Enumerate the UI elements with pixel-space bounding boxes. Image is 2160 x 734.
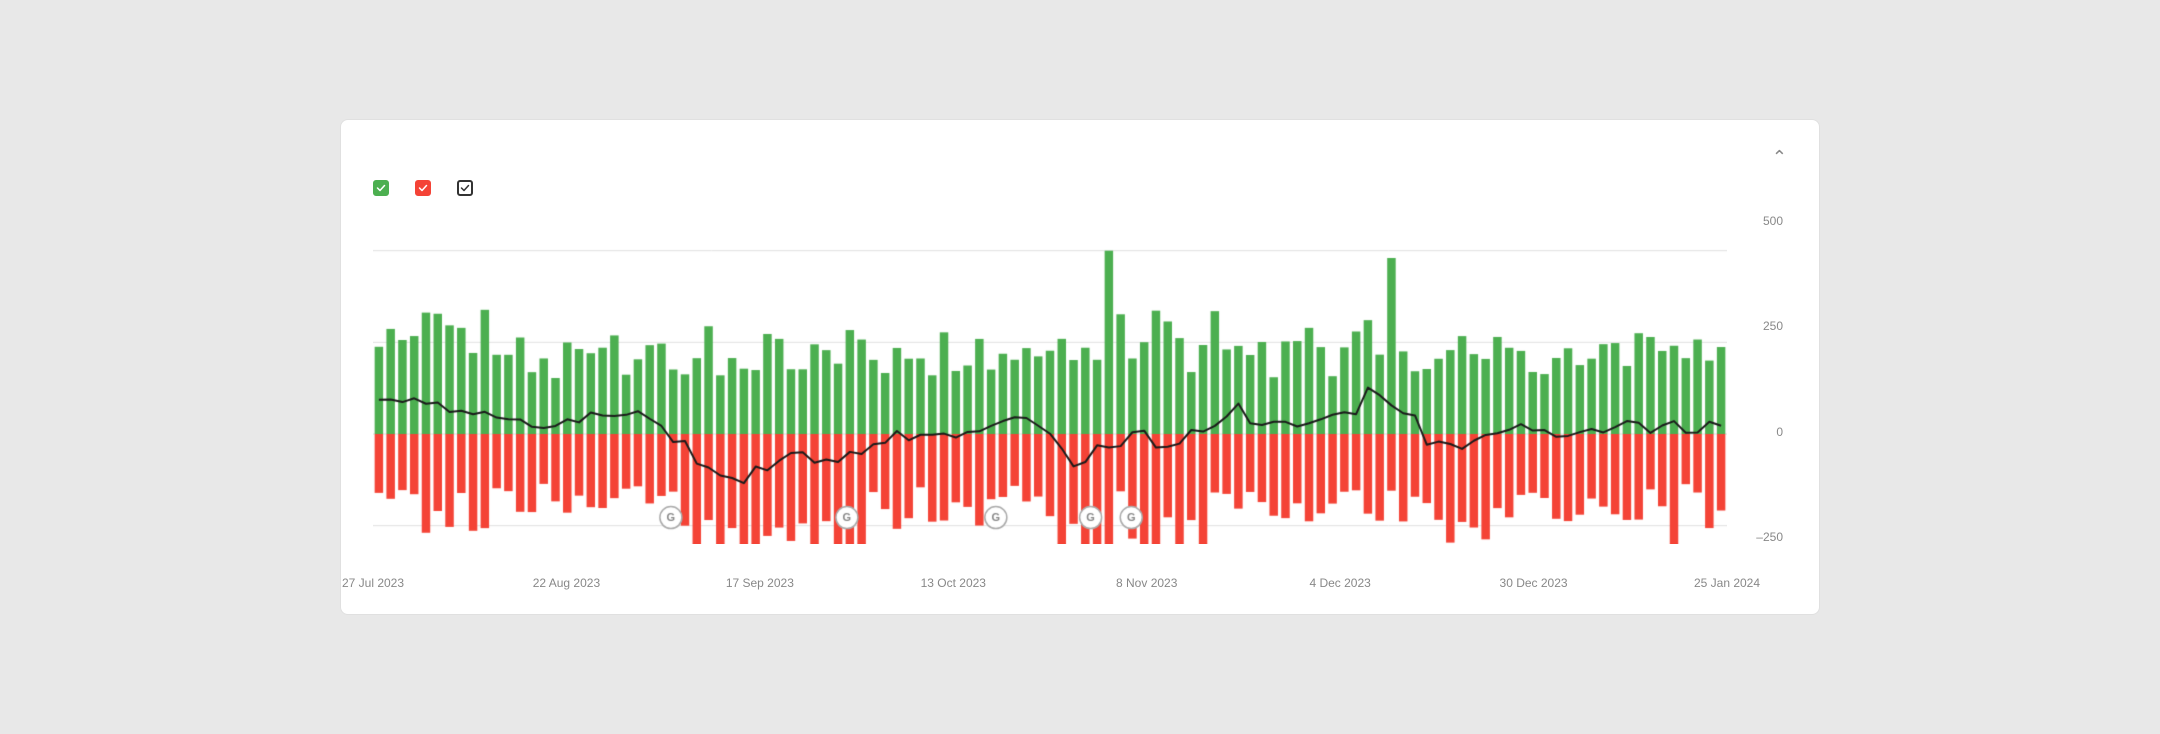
legend-checkbox-change — [457, 180, 473, 196]
y-label-250: 250 — [1763, 319, 1783, 333]
x-label: 4 Dec 2023 — [1309, 576, 1370, 590]
legend-checkbox-new — [373, 180, 389, 196]
x-label: 30 Dec 2023 — [1500, 576, 1568, 590]
legend-item-new — [373, 180, 395, 196]
legend-item-lost — [415, 180, 437, 196]
legend — [373, 180, 1787, 196]
chart-card: ⌃ 500 250 0 –250 — [340, 119, 1820, 615]
y-label-0: 0 — [1776, 425, 1783, 439]
card-header: ⌃ — [373, 148, 1787, 166]
x-axis: 27 Jul 202322 Aug 202317 Sep 202313 Oct … — [373, 544, 1727, 594]
x-label: 25 Jan 2024 — [1694, 576, 1760, 590]
chart-canvas — [373, 214, 1727, 544]
x-label: 27 Jul 2023 — [342, 576, 404, 590]
y-label-neg250: –250 — [1756, 530, 1783, 544]
x-label: 8 Nov 2023 — [1116, 576, 1177, 590]
legend-item-change — [457, 180, 479, 196]
y-label-500: 500 — [1763, 214, 1783, 228]
x-label: 13 Oct 2023 — [921, 576, 986, 590]
x-label: 22 Aug 2023 — [533, 576, 600, 590]
chart-container — [373, 214, 1727, 544]
x-label: 17 Sep 2023 — [726, 576, 794, 590]
y-axis: 500 250 0 –250 — [1732, 214, 1787, 544]
chart-area: 500 250 0 –250 27 Jul 202322 Aug 202317 … — [373, 214, 1787, 594]
collapse-button[interactable]: ⌃ — [1772, 148, 1787, 166]
legend-checkbox-lost — [415, 180, 431, 196]
